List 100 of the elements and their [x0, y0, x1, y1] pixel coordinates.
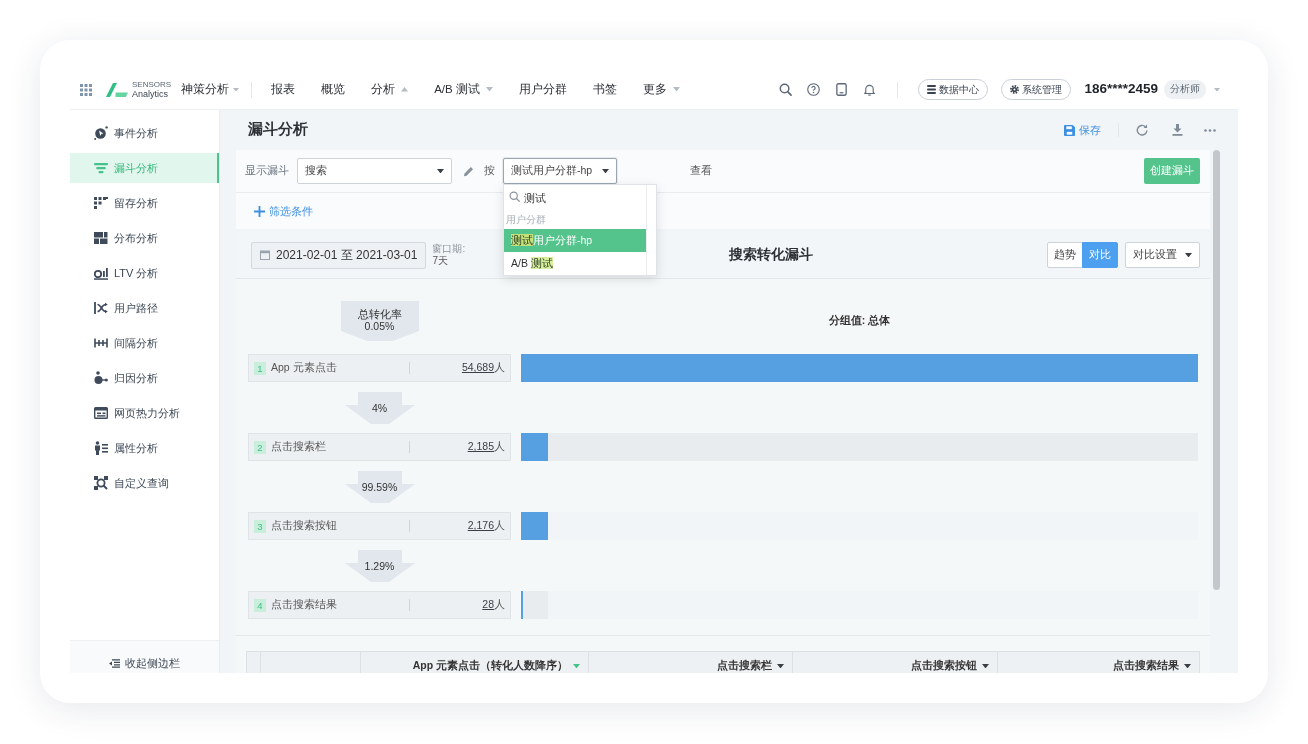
caret-icon[interactable] [1214, 87, 1220, 92]
sidebar-item[interactable]: 事件分析 [70, 118, 219, 148]
group-select[interactable]: 测试用户分群-hp [503, 158, 617, 184]
step-unit: 人 [494, 518, 505, 534]
step-unit: 人 [494, 439, 505, 455]
window-value: 7天 [432, 255, 448, 267]
bell-icon[interactable] [862, 83, 876, 96]
logo-text: SENSORS [132, 80, 172, 89]
scrollbar-thumb[interactable] [1213, 150, 1220, 590]
dot-grid-icon [94, 196, 108, 210]
calendar-icon [260, 250, 270, 260]
sidebar-item[interactable]: 自定义查询 [70, 468, 219, 498]
refresh-icon[interactable] [1136, 124, 1148, 136]
sidebar-item[interactable]: 用户路径 [70, 293, 219, 323]
caret-icon [602, 168, 609, 174]
step-count-link[interactable]: 2,176 [467, 518, 494, 534]
column-header[interactable]: App 元素点击（转化人数降序） [412, 658, 568, 673]
column-header[interactable]: 点击搜索结果 [1113, 658, 1179, 673]
group-heading: 用户分群 [505, 213, 547, 227]
step-unit: 人 [494, 597, 505, 613]
sort-caret-icon[interactable] [777, 663, 784, 669]
logo-text: Analytics [132, 89, 169, 99]
sidebar-item[interactable]: 归因分析 [70, 363, 219, 393]
conversion-rate: 4% [371, 401, 388, 414]
nav-link[interactable]: 更多 [629, 80, 693, 99]
search-match-highlight: 测试 [530, 257, 553, 269]
window-label: 窗口期: [432, 243, 466, 255]
column-header[interactable]: 点击搜索栏 [717, 658, 772, 673]
coin-bar-icon [94, 266, 108, 280]
nav-link[interactable]: 书签 [579, 80, 630, 99]
column-header[interactable]: 点击搜索按钮 [911, 658, 977, 673]
funnel-select[interactable]: 搜索 [297, 158, 452, 184]
step-count-link[interactable]: 2,185 [467, 439, 494, 455]
list-icon [927, 85, 937, 94]
step-name: App 元素点击 [271, 360, 337, 376]
search-input[interactable]: 测试 [504, 187, 646, 211]
sidebar-item[interactable]: LTV 分析 [70, 258, 219, 288]
tablet-icon[interactable] [834, 83, 848, 96]
plus-icon [254, 205, 265, 217]
dropdown-option[interactable]: A/B 测试 [504, 252, 646, 275]
search-icon[interactable] [778, 83, 792, 96]
view-mode-tab[interactable]: 趋势 [1047, 242, 1083, 268]
logo-icon [106, 82, 128, 97]
nav-link[interactable]: 用户分群 [505, 80, 580, 99]
date-range-button[interactable]: 2021-02-01 至 2021-03-01 [251, 241, 427, 269]
nav-link[interactable]: 概览 [308, 80, 359, 99]
more-icon[interactable] [1204, 128, 1216, 132]
step-name: 点击搜索结果 [271, 597, 337, 613]
step-count-link[interactable]: 54,689 [461, 360, 494, 376]
conversion-rate: 99.59% [361, 480, 398, 493]
by-label: 按 [484, 163, 495, 179]
sidebar-item[interactable]: 网页热力分析 [70, 398, 219, 428]
step-unit: 人 [494, 360, 505, 376]
caret-icon [437, 168, 444, 174]
node-link-icon [94, 371, 108, 385]
step-number: 3 [254, 519, 266, 533]
step-number: 1 [254, 361, 266, 375]
product-switcher[interactable]: 神策分析 [181, 80, 240, 99]
search-icon [509, 191, 520, 202]
overall-rate-value: 0.05% [364, 320, 395, 332]
pencil-icon[interactable] [463, 165, 474, 177]
sidebar-item[interactable]: 留存分析 [70, 188, 219, 218]
collapse-lines-icon [109, 658, 120, 668]
person-list-icon [94, 441, 108, 455]
download-icon[interactable] [1172, 124, 1183, 136]
sidebar-item[interactable]: 分布分析 [70, 223, 219, 253]
sort-caret-icon[interactable] [1184, 663, 1191, 669]
page-title: 漏斗分析 [248, 120, 308, 140]
sort-caret-icon[interactable] [982, 663, 989, 669]
view-label: 查看 [690, 163, 712, 179]
group-value-label: 分组值: 总体 [828, 313, 891, 329]
step-count-link[interactable]: 28 [482, 597, 494, 613]
blocks-icon [94, 231, 108, 245]
funnel-label: 显示漏斗 [245, 163, 289, 179]
nav-link[interactable]: 分析 [358, 80, 422, 99]
conversion-rate: 1.29% [364, 559, 395, 572]
sidebar-item[interactable]: 属性分析 [70, 433, 219, 463]
funnel-icon [94, 161, 108, 175]
help-icon[interactable] [806, 83, 820, 96]
header-button[interactable]: 数据中心 [918, 79, 989, 100]
compare-settings-button[interactable]: 对比设置 [1125, 242, 1200, 268]
gear-icon [1010, 85, 1020, 94]
header-button[interactable]: 系统管理 [1001, 79, 1072, 100]
sidebar-item[interactable]: 间隔分析 [70, 328, 219, 358]
step-name: 点击搜索按钮 [271, 518, 337, 534]
nav-link[interactable]: A/B 测试 [421, 80, 506, 99]
step-number: 2 [254, 440, 266, 454]
browser-window-icon [94, 406, 108, 420]
user-phone: 186****2459 [1084, 80, 1158, 99]
caret-icon [1185, 252, 1192, 258]
search-match-highlight: 测试 [511, 234, 533, 246]
apps-grid-icon[interactable] [80, 83, 92, 96]
add-filter-link[interactable]: 筛选条件 [254, 202, 313, 220]
dropdown-option[interactable]: 测试用户分群-hp [504, 229, 646, 252]
step-name: 点击搜索栏 [271, 439, 326, 455]
caret-icon [233, 87, 240, 92]
search-frame-icon [94, 476, 108, 490]
chart-title: 搜索转化漏斗 [729, 245, 814, 264]
nav-link[interactable]: 报表 [258, 80, 309, 99]
step-number: 4 [254, 598, 266, 612]
